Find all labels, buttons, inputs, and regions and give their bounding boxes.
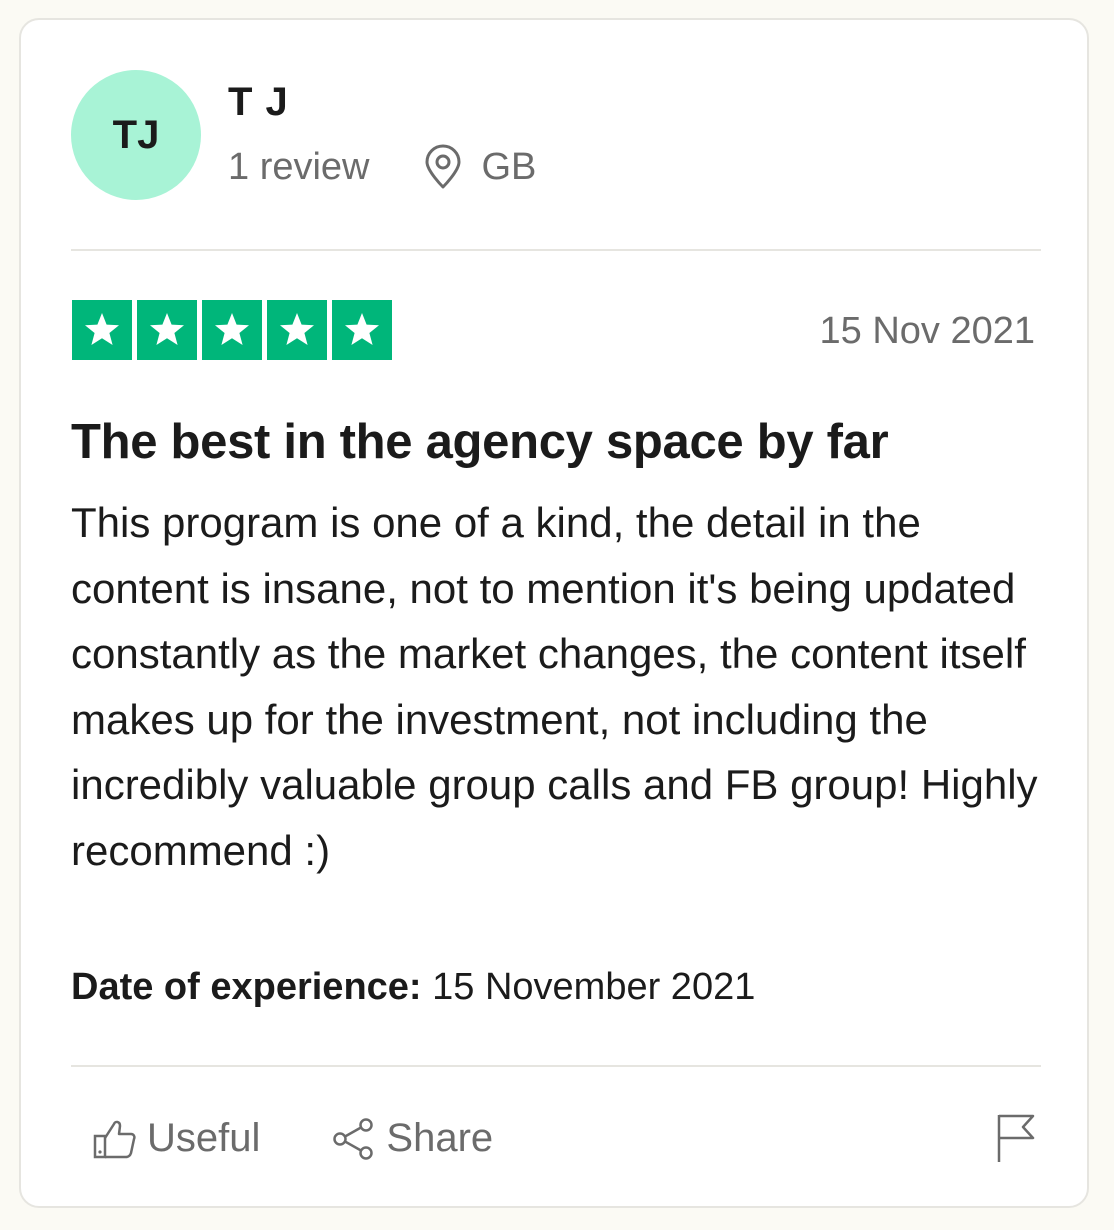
reviewer-location: GB bbox=[422, 144, 537, 190]
avatar[interactable]: TJ bbox=[71, 70, 201, 200]
review-date: 15 Nov 2021 bbox=[819, 310, 1036, 352]
review-card: TJ T J 1 review GB 15 Nov 2021 The best … bbox=[19, 18, 1089, 1208]
footer-divider bbox=[71, 1065, 1041, 1067]
review-title[interactable]: The best in the agency space by far bbox=[71, 414, 889, 470]
review-count: 1 review bbox=[228, 145, 370, 188]
star-3 bbox=[202, 300, 262, 360]
reviewer-name[interactable]: T J bbox=[228, 80, 289, 125]
flag-icon bbox=[997, 1114, 1035, 1162]
share-icon bbox=[333, 1117, 374, 1160]
star-icon bbox=[215, 313, 249, 345]
star-1 bbox=[72, 300, 132, 360]
useful-button[interactable]: Useful bbox=[91, 1116, 260, 1161]
star-5 bbox=[332, 300, 392, 360]
share-button[interactable]: Share bbox=[332, 1116, 493, 1161]
star-2 bbox=[137, 300, 197, 360]
share-label: Share bbox=[386, 1116, 494, 1160]
reviewer-country: GB bbox=[481, 145, 537, 188]
avatar-initials: TJ bbox=[112, 112, 160, 157]
useful-label: Useful bbox=[147, 1116, 261, 1160]
date-of-experience: Date of experience: 15 November 2021 bbox=[71, 966, 755, 1009]
report-button[interactable] bbox=[995, 1112, 1037, 1169]
star-icon bbox=[85, 313, 119, 345]
star-4 bbox=[267, 300, 327, 360]
location-pin-icon bbox=[425, 144, 460, 189]
star-rating bbox=[72, 300, 392, 360]
thumbs-up-icon bbox=[93, 1120, 136, 1158]
star-icon bbox=[280, 313, 314, 345]
experience-date: 15 November 2021 bbox=[432, 966, 756, 1008]
review-actions: Useful Share bbox=[91, 1116, 493, 1161]
header-divider bbox=[71, 249, 1041, 251]
reviewer-meta: 1 review GB bbox=[228, 144, 536, 190]
experience-label: Date of experience: bbox=[71, 966, 422, 1008]
star-icon bbox=[345, 313, 379, 345]
star-icon bbox=[150, 313, 184, 345]
review-body: This program is one of a kind, the detai… bbox=[71, 499, 1038, 874]
